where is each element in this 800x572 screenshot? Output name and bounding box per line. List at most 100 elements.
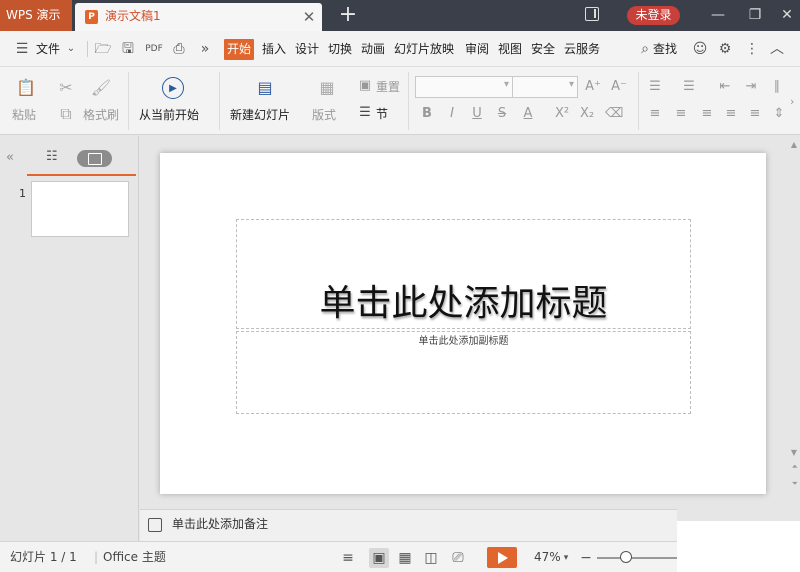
open-folder-icon[interactable]: 🗁 [94, 40, 112, 58]
reading-mode-icon[interactable] [585, 7, 599, 21]
zoom-slider[interactable] [597, 557, 677, 559]
align-right-icon[interactable]: ≡ [698, 105, 716, 123]
hamburger-menu-icon[interactable]: ☰ [13, 40, 31, 58]
copy-icon[interactable]: ⧉ [55, 103, 77, 125]
section-icon[interactable]: ☰ [356, 104, 374, 122]
export-pdf-icon[interactable]: PDF [145, 40, 163, 58]
document-title: 演示文稿1 [105, 9, 161, 23]
slide-sorter-icon[interactable]: ▦ [395, 548, 415, 568]
tab-cloud-services[interactable]: 云服务 [564, 31, 600, 67]
more-options-icon[interactable]: ⋮ [743, 40, 761, 58]
layout-icon[interactable]: ▦ [316, 77, 338, 99]
login-button[interactable]: 未登录 [627, 6, 680, 25]
search-icon[interactable]: ⌕ [636, 40, 654, 58]
tab-review[interactable]: 审阅 [465, 31, 489, 67]
print-icon[interactable]: ⎙ [170, 40, 188, 58]
align-center-icon[interactable]: ≡ [672, 105, 690, 123]
notes-toggle-icon[interactable]: ≡ [338, 548, 358, 568]
new-slide-icon[interactable]: ▤ [254, 77, 276, 99]
layout-label[interactable]: 版式 [312, 106, 336, 123]
next-slide-icon[interactable]: ⏷ [792, 479, 798, 489]
line-spacing-icon[interactable]: ⇕ [770, 105, 788, 123]
notes-placeholder: 单击此处添加备注 [172, 517, 269, 531]
subtitle-placeholder-box[interactable]: 单击此处添加副标题 [236, 331, 691, 414]
decrease-font-icon[interactable]: A⁻ [610, 78, 628, 96]
presenter-view-icon[interactable]: ⎚ [448, 548, 468, 568]
close-tab-icon[interactable]: ✕ [301, 9, 317, 25]
from-current-label[interactable]: 从当前开始 [139, 106, 199, 123]
font-family-select[interactable] [415, 76, 513, 98]
title-bar: WPS 演示 P 演示文稿1 ✕ + 未登录 — ❐ ✕ [0, 0, 800, 31]
previous-slide-icon[interactable]: ⏶ [792, 462, 798, 472]
justify-icon[interactable]: ≡ [722, 105, 740, 123]
subscript-icon[interactable]: X₂ [578, 105, 596, 123]
reading-view-icon[interactable]: ◫ [421, 548, 441, 568]
app-tab[interactable]: WPS 演示 [0, 0, 72, 31]
slide[interactable]: 单击此处添加标题 单击此处添加副标题 [160, 153, 766, 494]
file-menu[interactable]: 文件 [36, 31, 60, 67]
tab-view[interactable]: 视图 [498, 31, 522, 67]
section-label[interactable]: 节 [376, 105, 388, 122]
tab-security[interactable]: 安全 [531, 31, 555, 67]
italic-icon[interactable]: I [443, 105, 461, 123]
normal-view-icon[interactable]: ▣ [369, 548, 389, 568]
cut-icon[interactable]: ✂ [55, 77, 77, 99]
tab-transitions[interactable]: 切换 [328, 31, 352, 67]
notes-area[interactable]: 单击此处添加备注 [140, 509, 677, 541]
scroll-up-icon[interactable]: ▲ [791, 140, 797, 149]
close-window-icon[interactable]: ✕ [775, 3, 799, 27]
decrease-indent-icon[interactable]: ⇤ [716, 78, 734, 96]
zoom-dropdown-icon[interactable]: ▾ [556, 548, 576, 568]
bold-icon[interactable]: B [418, 105, 436, 123]
theme-name[interactable]: Office 主题 [103, 542, 166, 572]
zoom-out-icon[interactable]: − [576, 548, 596, 568]
reset-label[interactable]: 重置 [376, 78, 400, 95]
vertical-scrollbar[interactable]: ▲ ▼ ⏶ ⏷ [788, 136, 800, 509]
clear-formatting-icon[interactable]: ⌫ [605, 105, 623, 123]
increase-indent-icon[interactable]: ⇥ [742, 78, 760, 96]
slides-view-toggle[interactable] [77, 150, 112, 167]
tab-insert[interactable]: 插入 [262, 31, 286, 67]
document-tab[interactable]: P 演示文稿1 ✕ [75, 3, 322, 31]
tab-slideshow[interactable]: 幻灯片放映 [394, 31, 454, 67]
paste-label[interactable]: 粘贴 [12, 106, 36, 123]
ribbon-scroll-right-icon[interactable]: › [790, 95, 794, 108]
text-direction-icon[interactable]: ∥ [768, 78, 786, 96]
paste-icon[interactable]: 📋 [15, 77, 37, 99]
slide-thumbnail[interactable] [31, 181, 129, 237]
reset-icon[interactable]: ▣ [356, 77, 374, 95]
more-quick-access-icon[interactable]: » [196, 40, 214, 58]
align-left-icon[interactable]: ≡ [646, 105, 664, 123]
strikethrough-icon[interactable]: S [493, 105, 511, 123]
save-icon[interactable]: 🖫 [119, 40, 137, 58]
tab-animations[interactable]: 动画 [361, 31, 385, 67]
tab-home[interactable]: 开始 [224, 39, 255, 60]
gear-icon[interactable]: ⚙ [716, 40, 734, 58]
font-color-icon[interactable]: A [519, 105, 537, 123]
zoom-slider-thumb[interactable] [620, 551, 632, 563]
scroll-down-icon[interactable]: ▼ [791, 448, 797, 457]
play-from-current-icon[interactable]: ▶ [162, 77, 184, 99]
minimize-icon[interactable]: — [706, 3, 730, 27]
restore-icon[interactable]: ❐ [743, 3, 767, 27]
numbered-list-icon[interactable]: ☰ [680, 78, 698, 96]
collapse-panel-icon[interactable]: « [6, 150, 14, 165]
outline-view-icon[interactable]: ☷ [46, 150, 64, 164]
collapse-ribbon-icon[interactable]: ︿ [768, 40, 786, 58]
new-tab-button[interactable]: + [337, 3, 359, 27]
new-slide-label[interactable]: 新建幻灯片 [230, 106, 290, 123]
comment-icon[interactable]: ☺ [691, 40, 709, 58]
format-painter-label[interactable]: 格式刷 [83, 106, 119, 123]
chevron-down-icon[interactable]: ⌄ [62, 40, 80, 58]
underline-icon[interactable]: U [468, 105, 486, 123]
format-painter-icon[interactable]: 🖌 [90, 77, 112, 99]
increase-font-icon[interactable]: A⁺ [584, 78, 602, 96]
play-slideshow-button[interactable] [487, 547, 517, 568]
superscript-icon[interactable]: X² [553, 105, 571, 123]
distribute-icon[interactable]: ≡ [746, 105, 764, 123]
tab-design[interactable]: 设计 [295, 31, 319, 67]
font-size-select[interactable] [512, 76, 578, 98]
bullet-list-icon[interactable]: ☰ [646, 78, 664, 96]
title-placeholder-box[interactable]: 单击此处添加标题 [236, 219, 691, 329]
search-label[interactable]: 查找 [653, 31, 677, 67]
